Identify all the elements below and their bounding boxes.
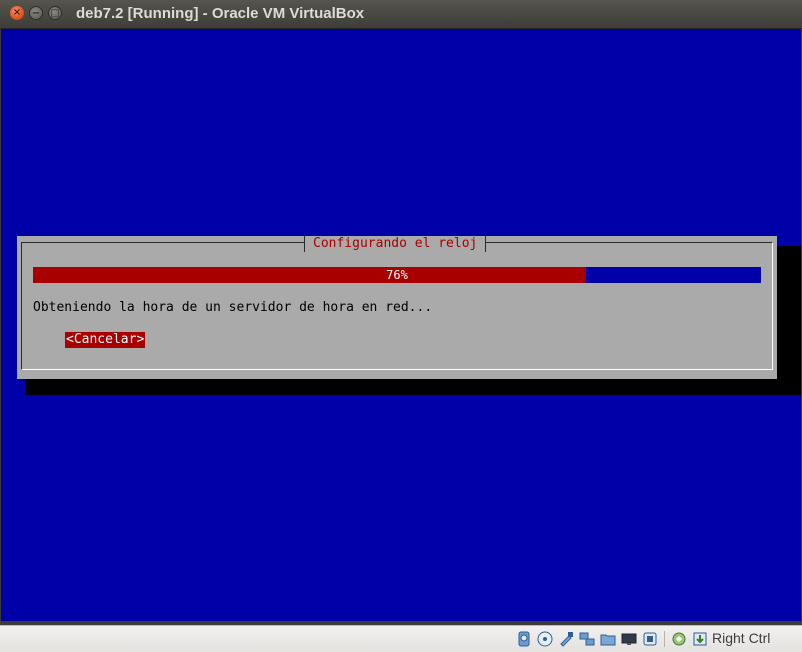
close-window-button[interactable]: × <box>10 6 24 20</box>
network-icon[interactable] <box>579 631 595 647</box>
hard-disk-icon[interactable] <box>516 631 532 647</box>
statusbar-separator <box>664 631 665 647</box>
status-message: Obteniendo la hora de un servidor de hor… <box>33 300 433 315</box>
maximize-window-button[interactable]: □ <box>48 6 62 20</box>
keyboard-capture-icon[interactable] <box>692 631 708 647</box>
window-titlebar: × − □ deb7.2 [Running] - Oracle VM Virtu… <box>0 0 802 29</box>
usb-icon[interactable] <box>558 631 574 647</box>
minimize-window-button[interactable]: − <box>29 6 43 20</box>
vm-statusbar: Right Ctrl <box>0 625 802 652</box>
window-title: deb7.2 [Running] - Oracle VM VirtualBox <box>76 5 365 22</box>
optical-drive-icon[interactable] <box>537 631 553 647</box>
progress-label: 76% <box>386 268 408 282</box>
installer-dialog: Configurando el reloj 76% Obteniendo la … <box>17 236 777 379</box>
cancel-button[interactable]: <Cancelar> <box>65 332 146 348</box>
host-key-label: Right Ctrl <box>712 630 771 646</box>
dialog-title: Configurando el reloj <box>304 236 487 252</box>
video-capture-icon[interactable] <box>642 631 658 647</box>
mouse-integration-icon[interactable] <box>671 631 687 647</box>
display-icon[interactable] <box>621 631 637 647</box>
shared-folders-icon[interactable] <box>600 631 616 647</box>
progress-bar: 76% <box>33 267 761 283</box>
vm-screen[interactable]: Configurando el reloj 76% Obteniendo la … <box>1 29 801 621</box>
